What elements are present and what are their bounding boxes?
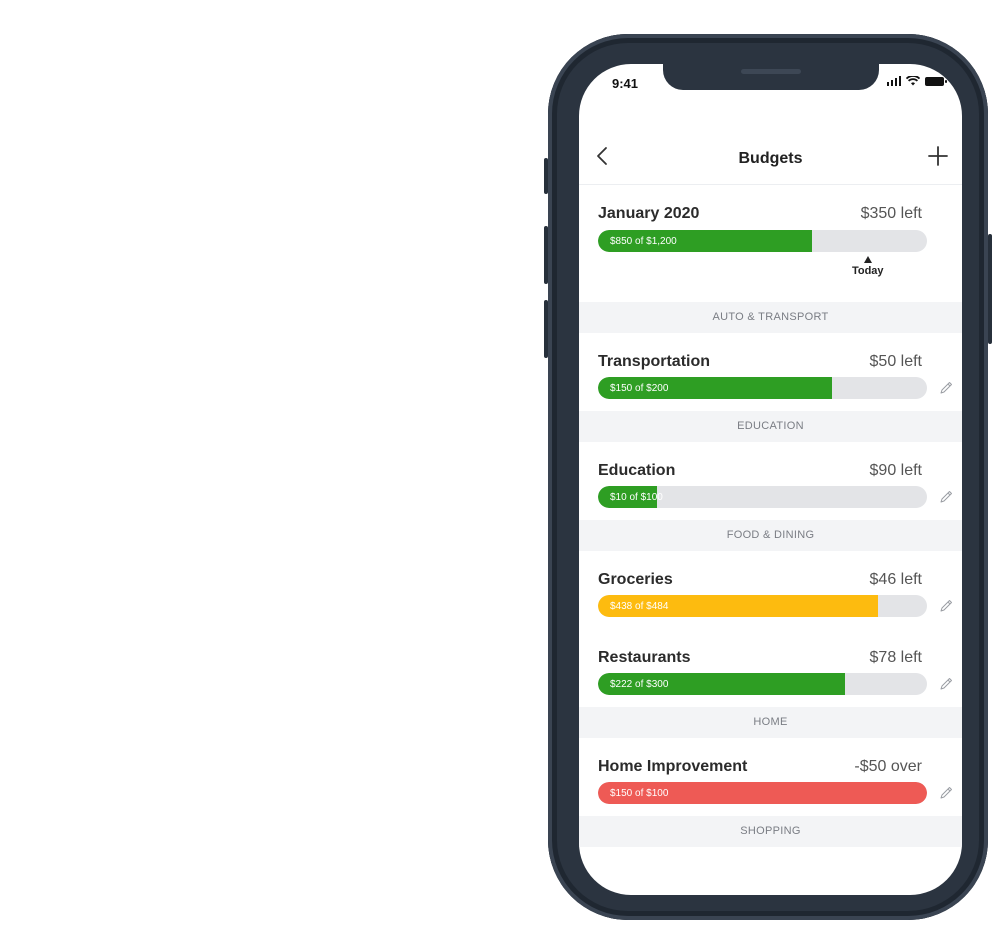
today-marker: Today	[850, 256, 886, 277]
phone-screen: 9:41 Budgets January 2020 $350 left $850…	[579, 64, 962, 895]
battery-icon	[925, 76, 947, 86]
cellular-signal-icon	[886, 76, 901, 86]
pencil-icon	[940, 600, 952, 612]
budget-row[interactable]: Groceries $46 left $438 of $484	[579, 551, 962, 629]
budget-list: January 2020 $350 left $850 of $1,200 To…	[579, 184, 962, 847]
volume-up-button	[544, 226, 548, 284]
budget-progress-label: $438 of $484	[610, 600, 669, 612]
edit-budget-button[interactable]	[938, 380, 954, 396]
budget-progress-label: $222 of $300	[610, 678, 669, 690]
today-label: Today	[851, 265, 884, 277]
budget-remaining: $78 left	[869, 649, 922, 666]
section-header: AUTO & TRANSPORT	[579, 302, 962, 333]
budget-row[interactable]: Restaurants $78 left $222 of $300	[579, 629, 962, 707]
edit-budget-button[interactable]	[938, 785, 954, 801]
overview-progress-track: $850 of $1,200	[598, 230, 927, 252]
budget-progress-label: $150 of $100	[610, 787, 669, 799]
budget-name: Groceries	[598, 571, 673, 588]
nav-bar: Budgets	[579, 102, 962, 185]
budget-progress-fill: $438 of $484	[598, 595, 878, 617]
overview-progress-fill: $850 of $1,200	[598, 230, 812, 252]
section-header: FOOD & DINING	[579, 520, 962, 551]
section-header: EDUCATION	[579, 411, 962, 442]
budget-progress-fill: $10 of $100	[598, 486, 663, 508]
wifi-icon	[906, 76, 920, 86]
overview-month: January 2020	[598, 205, 700, 222]
phone-frame: 9:41 Budgets January 2020 $350 left $850…	[544, 34, 992, 920]
budget-remaining: -$50 over	[854, 758, 922, 775]
budget-progress-label: $150 of $200	[610, 382, 669, 394]
pencil-icon	[940, 491, 952, 503]
budget-progress-track: $150 of $200	[598, 377, 927, 399]
pencil-icon	[940, 678, 952, 690]
budget-progress-track: $222 of $300	[598, 673, 927, 695]
budget-name: Education	[598, 462, 676, 479]
budget-row[interactable]: Education $90 left $10 of $100	[579, 442, 962, 520]
page-title: Budgets	[738, 150, 803, 167]
power-button	[988, 234, 992, 344]
section-header: HOME	[579, 707, 962, 738]
pencil-icon	[940, 382, 952, 394]
status-icons	[886, 76, 947, 86]
budget-remaining: $90 left	[869, 462, 922, 479]
budget-progress-fill: $222 of $300	[598, 673, 845, 695]
budget-progress-label: $10 of $100	[610, 491, 663, 503]
speaker	[741, 69, 801, 74]
monthly-overview[interactable]: January 2020 $350 left $850 of $1,200 To…	[579, 184, 962, 302]
notch	[663, 64, 879, 90]
status-time: 9:41	[612, 76, 639, 91]
up-arrow-icon	[863, 256, 872, 263]
overview-remaining: $350 left	[860, 205, 922, 222]
pencil-icon	[940, 787, 952, 799]
stage: 9:41 Budgets January 2020 $350 left $850…	[0, 0, 994, 947]
budget-progress-track: $438 of $484	[598, 595, 927, 617]
budget-row[interactable]: Transportation $50 left $150 of $200	[579, 333, 962, 411]
budget-remaining: $50 left	[869, 353, 922, 370]
plus-icon	[928, 146, 948, 166]
budget-remaining: $46 left	[869, 571, 922, 588]
budget-name: Transportation	[598, 353, 711, 370]
volume-down-button	[544, 300, 548, 358]
budget-name: Restaurants	[598, 649, 691, 666]
budget-progress-fill: $150 of $100	[598, 782, 927, 804]
budget-row[interactable]: Home Improvement -$50 over $150 of $100	[579, 738, 962, 816]
budget-progress-track: $10 of $100	[598, 486, 927, 508]
section-header: SHOPPING	[579, 816, 962, 847]
overview-progress-label: $850 of $1,200	[610, 235, 677, 247]
add-budget-button[interactable]	[928, 146, 948, 166]
edit-budget-button[interactable]	[938, 676, 954, 692]
budget-progress-fill: $150 of $200	[598, 377, 832, 399]
edit-budget-button[interactable]	[938, 598, 954, 614]
budget-progress-track: $150 of $100	[598, 782, 927, 804]
edit-budget-button[interactable]	[938, 489, 954, 505]
mute-switch	[544, 158, 548, 194]
budget-name: Home Improvement	[598, 758, 748, 775]
